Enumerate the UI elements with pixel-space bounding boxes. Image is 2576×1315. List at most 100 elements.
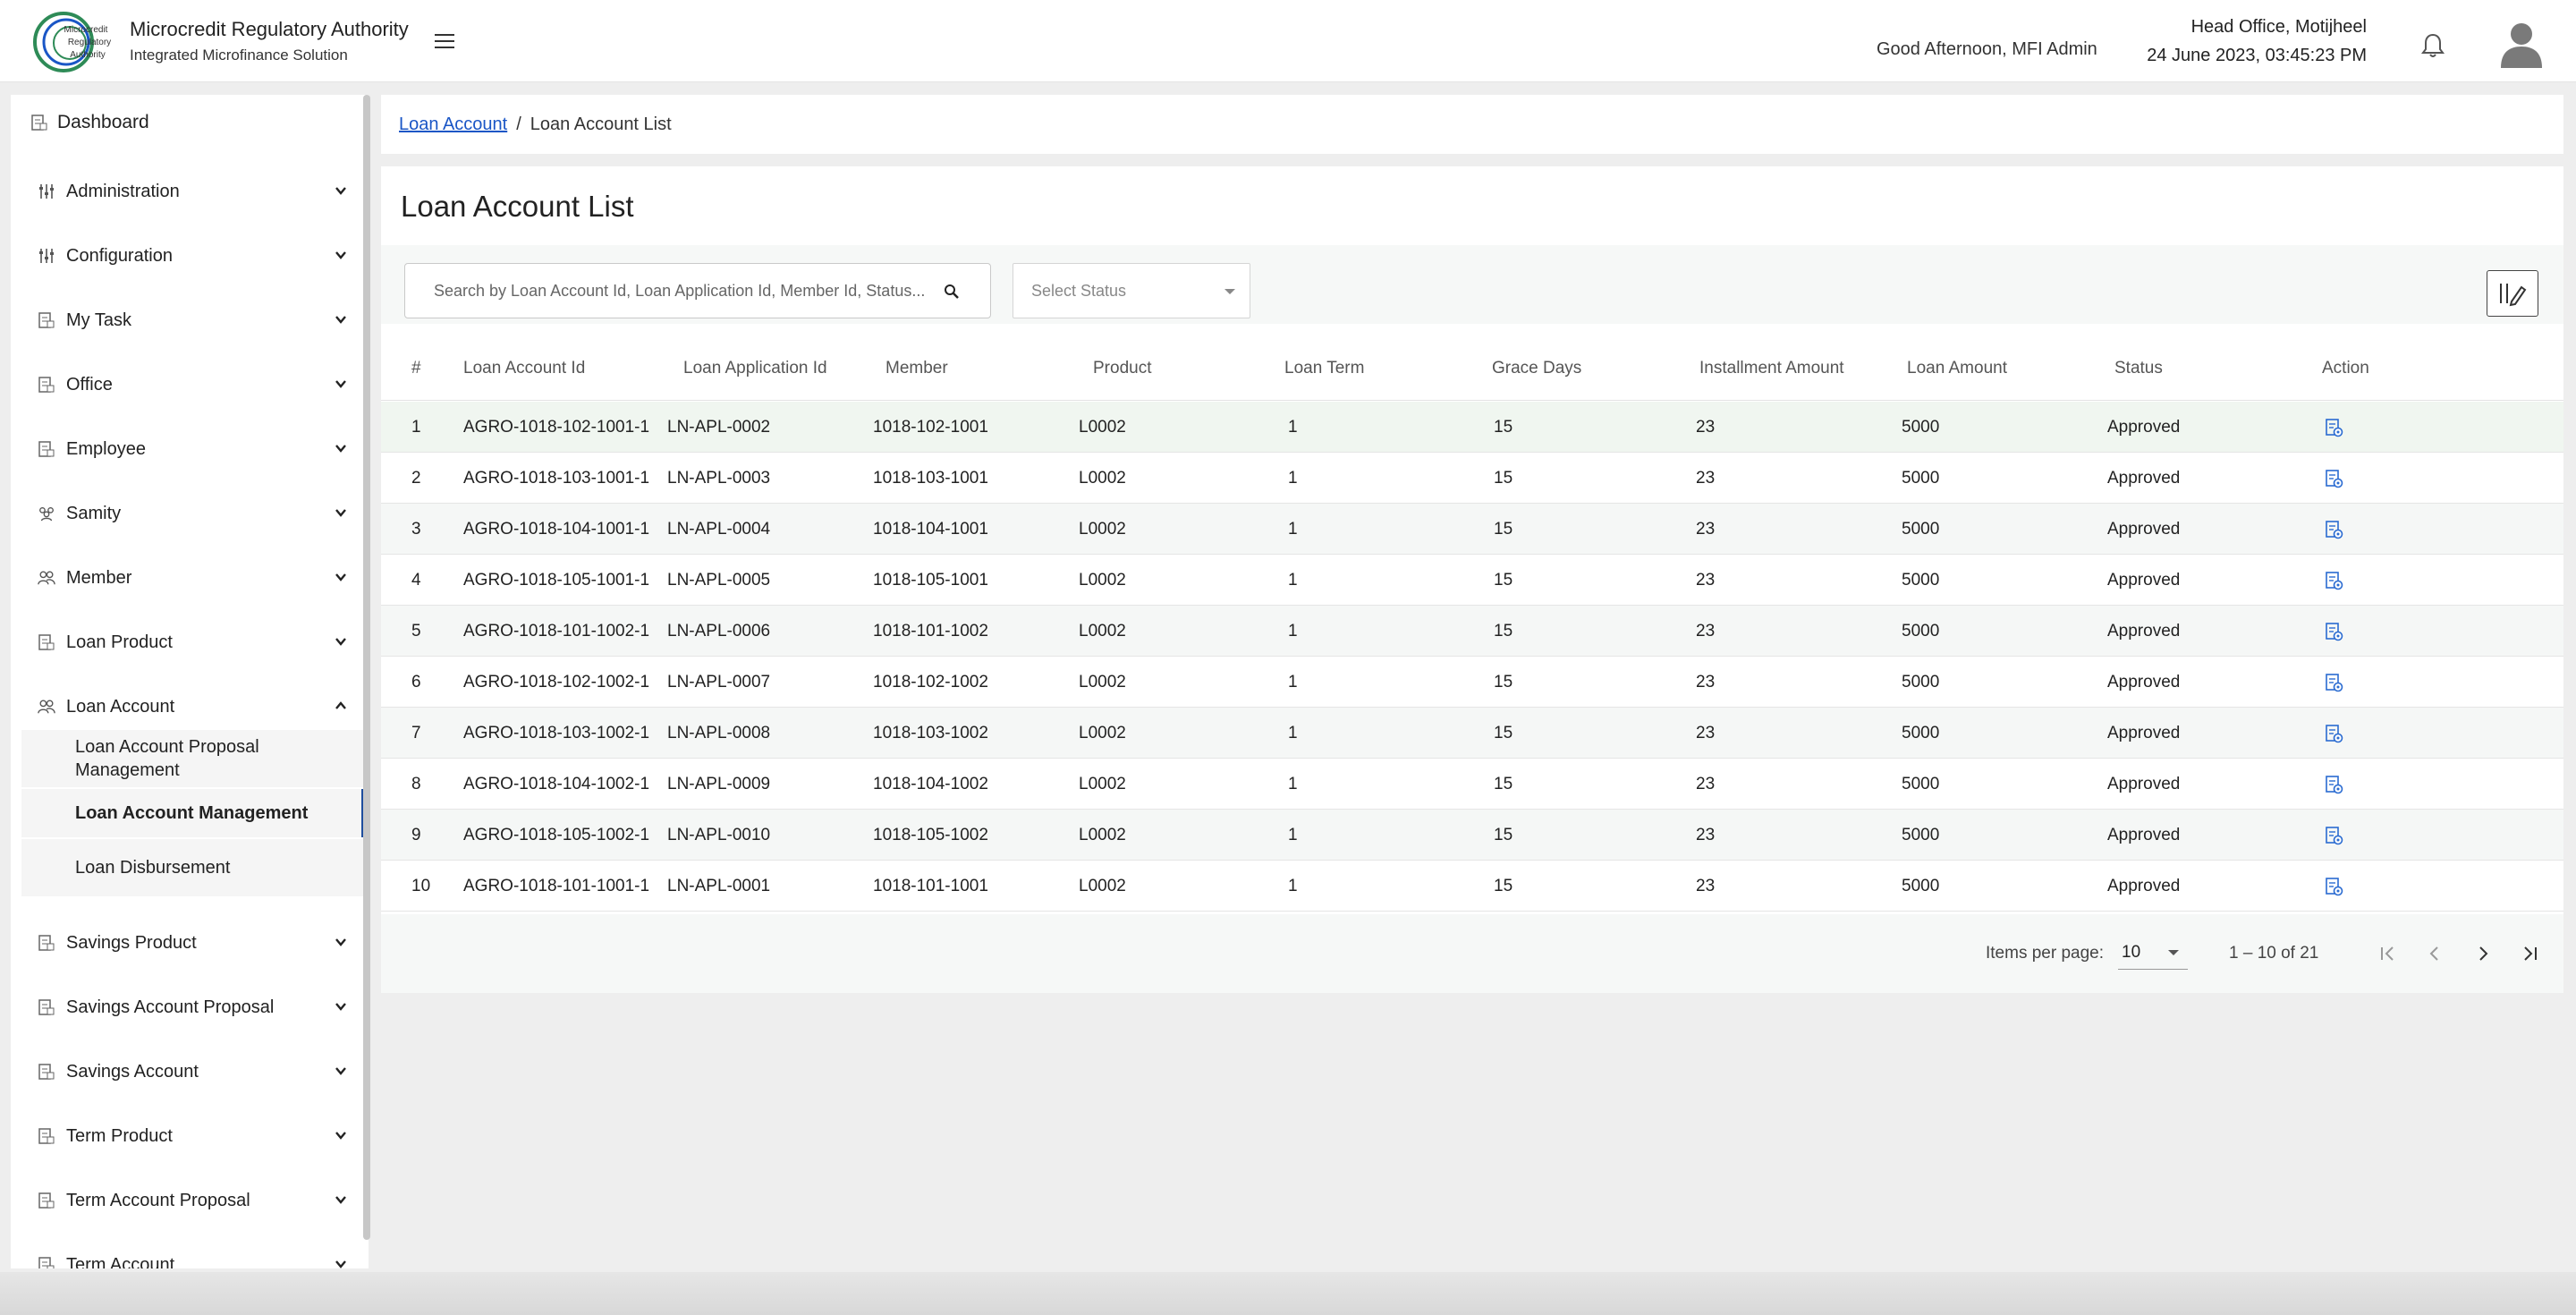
view-details-icon[interactable] [2324,571,2343,590]
table-cell: AGRO-1018-102-1002-1 [463,673,650,691]
office-name: Head Office, Motijheel [2190,17,2367,37]
view-details-icon[interactable] [2324,622,2343,641]
table-cell: AGRO-1018-101-1002-1 [463,622,650,641]
document-icon [38,311,55,329]
sidebar-item-office[interactable]: Office [11,354,369,415]
notification-bell-icon[interactable] [2420,32,2445,59]
search-box [404,263,991,318]
view-details-icon[interactable] [2324,520,2343,539]
sidebar-item-label: Savings Account Proposal [66,997,275,1017]
last-page-icon[interactable] [2517,941,2542,966]
view-details-icon[interactable] [2324,826,2343,845]
sidebar-item-term-account[interactable]: Term Account [11,1234,369,1268]
table-row[interactable]: 5 AGRO-1018-101-1002-1 LN-APL-0006 1018-101… [381,606,2563,657]
table-cell: 5 [411,622,421,641]
view-details-icon[interactable] [2324,469,2343,488]
table-cell: 23 [1696,622,1716,641]
view-details-icon[interactable] [2324,775,2343,794]
chevron-down-icon [333,311,349,327]
status-select[interactable]: Select Status [1013,263,1250,318]
table-row[interactable]: 7 AGRO-1018-103-1002-1 LN-APL-0008 1018-103… [381,708,2563,759]
table-cell: 6 [411,673,421,691]
sidebar-item-loan-disbursement[interactable]: Loan Disbursement [21,839,365,896]
sidebar-scrollbar[interactable] [363,95,370,1240]
sidebar-item-administration[interactable]: Administration [11,161,369,222]
chevron-down-icon [333,1192,349,1208]
view-details-icon[interactable] [2324,673,2343,692]
table-cell: L0002 [1079,622,1126,641]
table-cell: 10 [411,877,431,895]
table-cell: 4 [411,571,421,590]
sidebar-item-label: My Task [66,310,131,330]
sidebar-item-my-task[interactable]: My Task [11,290,369,351]
sidebar-item-savings-product[interactable]: Savings Product [11,912,369,973]
page-size-select[interactable]: 10 [2118,936,2188,970]
table-row[interactable]: 6 AGRO-1018-102-1002-1 LN-APL-0007 1018-102… [381,657,2563,708]
table-row[interactable]: 3 AGRO-1018-104-1001-1 LN-APL-0004 1018-104… [381,504,2563,555]
sidebar-item-configuration[interactable]: Configuration [11,225,369,286]
view-details-icon[interactable] [2324,418,2343,437]
sidebar-item-loan-product[interactable]: Loan Product [11,612,369,673]
table-cell: 5000 [1902,826,1940,844]
table-cell: L0002 [1079,520,1126,539]
previous-page-icon[interactable] [2422,941,2447,966]
bottom-dock-strip [0,1272,2576,1315]
table-row[interactable]: 4 AGRO-1018-105-1001-1 LN-APL-0005 1018-105… [381,555,2563,606]
table-row[interactable]: 9 AGRO-1018-105-1002-1 LN-APL-0010 1018-105… [381,810,2563,861]
table-row[interactable]: 2 AGRO-1018-103-1001-1 LN-APL-0003 1018-103… [381,453,2563,504]
table-cell: 1018-103-1001 [873,469,988,488]
sidebar-item-label: Samity [66,503,122,523]
sidebar-item-savings-account[interactable]: Savings Account [11,1041,369,1102]
table-cell: 1 [1288,571,1298,590]
search-icon[interactable] [944,284,960,300]
chevron-down-icon [333,247,349,263]
column-settings-button[interactable] [2487,270,2538,317]
people-icon [38,698,55,716]
hamburger-menu-icon[interactable] [435,34,454,50]
sidebar-item-label: Office [66,374,113,394]
sidebar-item-dashboard[interactable]: Dashboard [11,95,369,150]
sidebar-item-samity[interactable]: Samity [11,483,369,544]
document-icon [38,1127,55,1145]
chevron-down-icon [333,934,349,950]
table-cell: 15 [1494,418,1513,437]
view-details-icon[interactable] [2324,724,2343,743]
column-header: Loan Application Id [683,359,827,378]
table-cell: AGRO-1018-105-1001-1 [463,571,650,590]
sidebar-item-employee[interactable]: Employee [11,419,369,479]
user-avatar-icon[interactable] [2499,20,2544,68]
table-row[interactable]: 1 AGRO-1018-102-1001-1 LN-APL-0002 1018-102… [381,402,2563,453]
table-cell: LN-APL-0002 [667,418,771,437]
search-input[interactable] [434,281,935,301]
next-page-icon[interactable] [2470,941,2496,966]
group-icon [38,505,55,522]
table-cell: L0002 [1079,826,1126,844]
table-cell: 2 [411,469,421,488]
sidebar-item-term-account-proposal[interactable]: Term Account Proposal [11,1170,369,1231]
sidebar-item-savings-account-proposal[interactable]: Savings Account Proposal [11,977,369,1038]
svg-text:Regulatory: Regulatory [68,38,111,47]
page-size-value: 10 [2122,943,2141,962]
table-cell: 15 [1494,622,1513,641]
sidebar-dashboard-label: Dashboard [57,112,149,132]
first-page-icon[interactable] [2376,941,2401,966]
sidebar-item-member[interactable]: Member [11,547,369,608]
table-cell: Approved [2107,877,2181,895]
sidebar-item-loan-account[interactable]: Loan Account [11,676,369,737]
table-cell: 23 [1696,418,1716,437]
breadcrumb: Loan Account / Loan Account List [381,95,2563,154]
table-row[interactable]: 10 AGRO-1018-101-1001-1 LN-APL-0001 1018-10… [381,861,2563,912]
table-cell: LN-APL-0001 [667,877,771,895]
table-cell: AGRO-1018-103-1001-1 [463,469,650,488]
table-cell: 23 [1696,520,1716,539]
top-header: Microcredit Regulatory Authority Microcr… [0,0,2576,82]
sidebar-item-term-product[interactable]: Term Product [11,1106,369,1167]
table-cell: 1 [1288,826,1298,844]
sidebar-item-loan-account-proposal-management[interactable]: Loan Account Proposal Management [21,730,365,787]
table-row[interactable]: 8 AGRO-1018-104-1002-1 LN-APL-0009 1018-104… [381,759,2563,810]
breadcrumb-loan-account-link[interactable]: Loan Account [399,115,507,135]
view-details-icon[interactable] [2324,877,2343,896]
sidebar-item-loan-account-management[interactable]: Loan Account Management [21,789,365,837]
chevron-down-icon [333,633,349,649]
table-cell: 1 [1288,673,1298,691]
